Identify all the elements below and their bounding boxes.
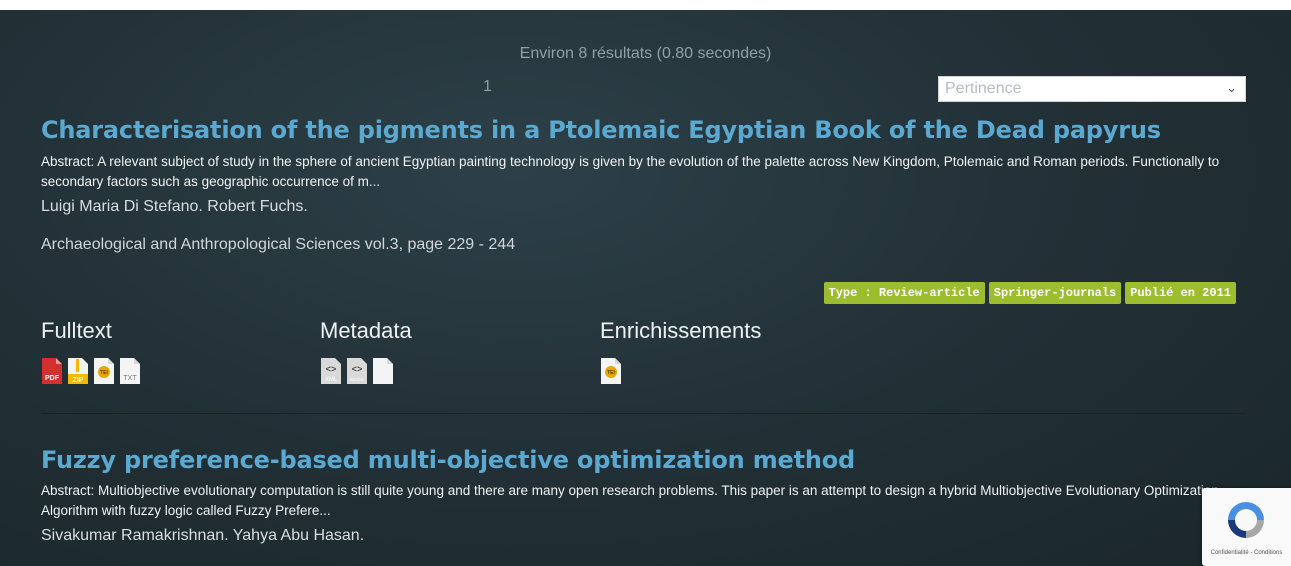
enrichments-icons: TEI <box>600 357 622 385</box>
xml-file-icon[interactable]: <> XML <box>320 357 342 385</box>
result-title[interactable]: Characterisation of the pigments in a Pt… <box>41 116 1161 144</box>
result-badges: Type : Review-article Springer-journals … <box>823 282 1236 304</box>
year-badge: Publié en 2011 <box>1125 282 1236 304</box>
zip-file-icon[interactable]: ZIP <box>67 357 89 385</box>
mods-file-icon[interactable]: <> MODS <box>346 357 368 385</box>
blank-file-icon[interactable] <box>372 357 394 385</box>
enrichments-heading: Enrichissements <box>600 318 762 343</box>
svg-text:TEI: TEI <box>100 370 108 376</box>
result-abstract: Abstract: Multiobjective evolutionary co… <box>41 483 1219 518</box>
result-journal: Archaeological and Anthropological Scien… <box>41 236 516 253</box>
tei-file-icon[interactable]: TEI <box>93 357 115 385</box>
svg-text:XML: XML <box>325 377 338 383</box>
metadata-heading: Metadata <box>320 318 412 343</box>
svg-text:TEI: TEI <box>607 370 615 376</box>
top-bar <box>0 0 1291 10</box>
tei-file-icon[interactable]: TEI <box>600 357 622 385</box>
publisher-badge: Springer-journals <box>988 282 1122 304</box>
result-divider <box>41 413 1246 414</box>
recaptcha-badge[interactable]: Confidentialité - Conditions <box>1202 488 1291 566</box>
fulltext-icons: PDF ZIP TEI TXT <box>41 357 141 385</box>
svg-text:MODS: MODS <box>350 377 364 382</box>
pagination-page-1[interactable]: 1 <box>483 78 492 96</box>
sort-selected-value: Pertinence <box>945 80 1022 97</box>
type-badge: Type : Review-article <box>823 282 985 304</box>
svg-text:TXT: TXT <box>123 375 137 382</box>
result-abstract: Abstract: A relevant subject of study in… <box>41 154 1220 189</box>
svg-text:<>: <> <box>326 365 337 375</box>
fulltext-heading: Fulltext <box>41 318 112 343</box>
recaptcha-icon <box>1228 502 1264 538</box>
sort-select[interactable]: Pertinence ⌄ <box>938 76 1246 102</box>
pdf-file-icon[interactable]: PDF <box>41 357 63 385</box>
chevron-down-icon: ⌄ <box>1226 80 1237 95</box>
recaptcha-terms[interactable]: Confidentialité - Conditions <box>1202 550 1291 556</box>
result-title[interactable]: Fuzzy preference-based multi-objective o… <box>41 446 855 474</box>
result-authors: Luigi Maria Di Stefano. Robert Fuchs. <box>41 198 308 215</box>
results-count: Environ 8 résultats (0.80 secondes) <box>519 45 772 62</box>
svg-text:<>: <> <box>352 365 363 375</box>
result-authors: Sivakumar Ramakrishnan. Yahya Abu Hasan. <box>41 527 365 544</box>
svg-text:ZIP: ZIP <box>73 377 84 384</box>
svg-text:PDF: PDF <box>45 375 60 382</box>
txt-file-icon[interactable]: TXT <box>119 357 141 385</box>
metadata-icons: <> XML <> MODS <box>320 357 394 385</box>
